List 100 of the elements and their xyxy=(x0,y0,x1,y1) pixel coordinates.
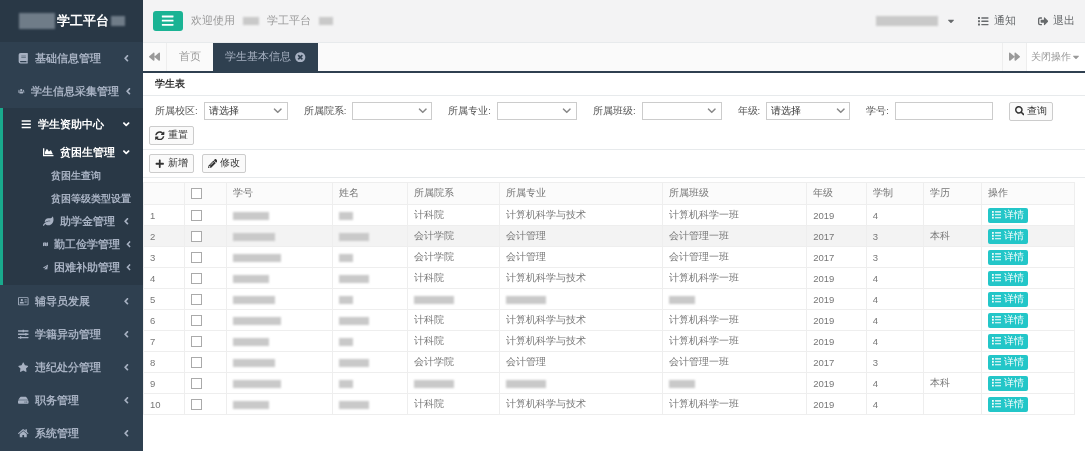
close-menu-button[interactable]: 关闭操作 xyxy=(1026,43,1085,71)
table-row[interactable]: 4 计科院 计算机科学与技术 计算机科学一班 2019 4 详情 xyxy=(143,267,1075,289)
table-row[interactable]: 6 计科院 计算机科学与技术 计算机科学一班 2019 4 详情 xyxy=(143,309,1075,331)
table-cell: 计算机科学一班 xyxy=(662,204,807,226)
pencil-icon xyxy=(207,158,217,169)
checkbox[interactable] xyxy=(191,188,203,200)
row-number: 8 xyxy=(143,351,185,373)
star-icon xyxy=(18,362,29,373)
blurred-text xyxy=(339,401,370,409)
reset-button[interactable]: 重置 xyxy=(149,126,194,145)
list-icon xyxy=(991,315,1002,325)
page-tab[interactable]: 首页 xyxy=(167,43,213,71)
input-field[interactable] xyxy=(894,102,993,120)
filter-select[interactable]: 请选择 xyxy=(766,102,851,120)
table-row[interactable]: 2 会计学院 会计管理 会计管理一班 2017 3 本科 详情 xyxy=(143,225,1075,247)
sidebar-subitem[interactable]: 勤工俭学管理 xyxy=(3,233,143,256)
notification-link[interactable]: 通知 xyxy=(978,14,1016,28)
table-cell: 计算机科学与技术 xyxy=(499,330,663,352)
table-row[interactable]: 10 计科院 计算机科学与技术 计算机科学一班 2019 4 详情 xyxy=(143,393,1075,415)
checkbox[interactable] xyxy=(191,357,203,368)
table-cell: 计科院 xyxy=(407,393,500,415)
filter-select[interactable]: 请选择 xyxy=(203,102,288,120)
edit-button[interactable]: 修改 xyxy=(201,154,246,173)
sidebar-item[interactable]: 辅导员发展 xyxy=(0,285,143,318)
table-cell: 计算机科学与技术 xyxy=(499,309,663,331)
table-cell: 计科院 xyxy=(407,204,500,226)
row-number: 5 xyxy=(143,288,185,310)
table-cell: 2019 xyxy=(806,309,867,331)
table-cell: 2017 xyxy=(806,351,867,373)
logout-link[interactable]: 退出 xyxy=(1037,14,1075,28)
checkbox[interactable] xyxy=(191,231,203,242)
table-cell: 2019 xyxy=(806,267,867,289)
checkbox[interactable] xyxy=(191,294,203,305)
table-row[interactable]: 7 计科院 计算机科学与技术 计算机科学一班 2019 4 详情 xyxy=(143,330,1075,352)
checkbox[interactable] xyxy=(191,210,203,221)
table-cell: 2017 xyxy=(806,225,867,247)
welcome-text: 欢迎使用 xyxy=(191,14,235,28)
filter-label: 所属院系: xyxy=(303,104,347,118)
blurred-text xyxy=(339,380,354,388)
filter-select[interactable] xyxy=(496,102,577,120)
blurred-text xyxy=(506,296,547,304)
table-cell: 2019 xyxy=(806,372,867,394)
filter-select[interactable] xyxy=(641,102,722,120)
column-header: 年级 xyxy=(806,182,867,205)
sidebar-subitem[interactable]: 贫困生管理 xyxy=(3,141,143,164)
search-button[interactable]: 查询 xyxy=(1008,101,1054,121)
blurred-text xyxy=(232,254,281,262)
table-cell: 本科 xyxy=(923,225,982,247)
card-icon xyxy=(18,296,29,307)
table-row[interactable]: 3 会计学院 会计管理 会计管理一班 2017 3 详情 xyxy=(143,246,1075,268)
logout-icon xyxy=(1037,15,1048,27)
sidebar-item[interactable]: 职务管理 xyxy=(0,384,143,417)
sidebar-link[interactable]: 贫困生查询 xyxy=(3,164,143,187)
table-row[interactable]: 5 2019 4 详情 xyxy=(143,288,1075,310)
table-row[interactable]: 1 计科院 计算机科学与技术 计算机科学一班 2019 4 详情 xyxy=(143,204,1075,226)
blurred-text xyxy=(339,296,354,304)
menu-toggle-button[interactable] xyxy=(153,11,183,31)
blurred-text xyxy=(232,338,269,346)
list-icon xyxy=(991,378,1002,388)
list-icon xyxy=(991,357,1002,367)
blurred-text xyxy=(414,380,455,388)
table-cell: 会计管理 xyxy=(499,351,663,373)
sidebar-subitem[interactable]: 助学金管理 xyxy=(3,210,143,233)
list-icon xyxy=(991,336,1002,346)
sidebar-item[interactable]: 学籍异动管理 xyxy=(0,318,143,351)
table-cell: 4 xyxy=(866,267,924,289)
table-cell: 计算机科学一班 xyxy=(662,309,807,331)
checkbox[interactable] xyxy=(191,378,203,389)
caret-icon xyxy=(124,86,131,97)
sidebar-item[interactable]: 学生信息采集管理 xyxy=(0,75,143,108)
table-cell: 计算机科学一班 xyxy=(662,393,807,415)
close-icon[interactable] xyxy=(295,51,306,63)
blurred-username xyxy=(876,16,938,26)
rewind-icon xyxy=(149,50,160,64)
table-row[interactable]: 9 2019 4 本科 详情 xyxy=(143,372,1075,394)
page-tab[interactable]: 学生基本信息 xyxy=(213,43,318,71)
menu-icon xyxy=(21,119,32,130)
column-header: 学制 xyxy=(866,182,924,205)
table-cell: 本科 xyxy=(923,372,982,394)
checkbox[interactable] xyxy=(191,315,203,326)
sidebar-item[interactable]: 基础信息管理 xyxy=(0,42,143,75)
logo-text: 学工平台 xyxy=(56,12,109,30)
filter-select[interactable] xyxy=(352,102,433,120)
table-row[interactable]: 8 会计学院 会计管理 会计管理一班 2017 3 详情 xyxy=(143,351,1075,373)
column-header: 操作 xyxy=(981,182,1075,205)
table-cell: 计算机科学与技术 xyxy=(499,393,663,415)
sidebar-item[interactable]: 违纪处分管理 xyxy=(0,351,143,384)
sidebar-item[interactable]: 学生资助中心 xyxy=(3,108,143,141)
table-cell: 4 xyxy=(866,288,924,310)
checkbox[interactable] xyxy=(191,399,203,410)
blurred-text xyxy=(232,380,281,388)
sidebar-subitem[interactable]: 困难补助管理 xyxy=(3,256,143,279)
book-icon xyxy=(18,53,29,64)
checkbox[interactable] xyxy=(191,336,203,347)
add-button[interactable]: 新增 xyxy=(149,154,194,173)
sidebar-link[interactable]: 贫困等级类型设置 xyxy=(3,187,143,210)
checkbox[interactable] xyxy=(191,273,203,284)
list-icon xyxy=(978,15,989,27)
checkbox[interactable] xyxy=(191,252,203,263)
sidebar-item[interactable]: 系统管理 xyxy=(0,417,143,450)
